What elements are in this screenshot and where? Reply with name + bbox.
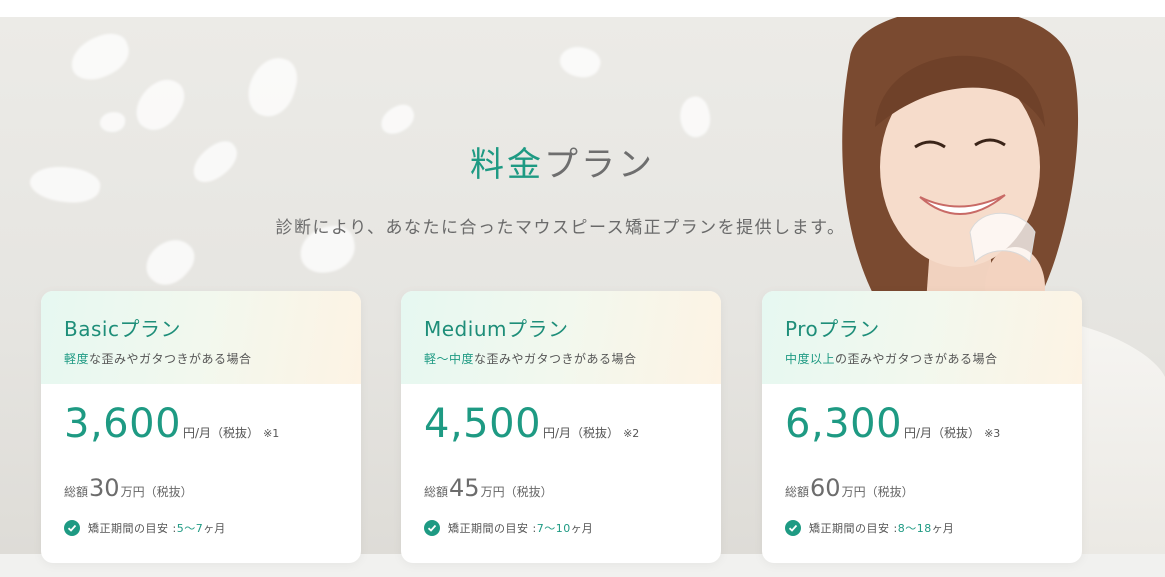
period-label: 矯正期間の目安 : (88, 522, 177, 535)
period-value: 8〜18 (897, 522, 932, 535)
plan-description-rest: の歪みやガタつきがある場合 (835, 352, 998, 366)
plan-card-body: 4,500 円/月（税抜） ※2 総額 45 万円（税抜） 矯正期間の目安 : … (401, 384, 721, 536)
plan-card-header: Proプラン 中度以上の歪みやガタつきがある場合 (762, 291, 1082, 384)
total-value: 30 (89, 474, 120, 502)
total-value: 60 (810, 474, 841, 502)
plan-name: Mediumプラン (424, 317, 569, 341)
check-circle-icon (424, 520, 440, 536)
period-row: 矯正期間の目安 : 8〜18 ヶ月 (785, 520, 1059, 536)
total-label: 総額 (64, 485, 89, 499)
total-value: 45 (449, 474, 480, 502)
period-unit: ヶ月 (931, 522, 954, 535)
plan-severity: 軽〜中度 (424, 352, 475, 366)
monthly-price: 3,600 (64, 401, 182, 447)
total-unit: 万円（税抜） (120, 485, 193, 499)
section-title-rest: プラン (544, 145, 655, 185)
petal-decoration (556, 41, 604, 83)
price-footnote: ※2 (623, 427, 640, 440)
check-circle-icon (64, 520, 80, 536)
plan-description-rest: な歪みやガタつきがある場合 (89, 352, 252, 366)
plan-card-basic[interactable]: Basicプラン 軽度な歪みやガタつきがある場合 3,600 円/月（税抜） ※… (41, 291, 361, 563)
plan-name: Basicプラン (64, 317, 181, 341)
total-unit: 万円（税抜） (480, 485, 553, 499)
plan-card-header: Basicプラン 軽度な歪みやガタつきがある場合 (41, 291, 361, 384)
period-value: 7〜10 (536, 522, 571, 535)
monthly-price: 4,500 (424, 401, 542, 447)
plan-card-body: 3,600 円/月（税抜） ※1 総額 30 万円（税抜） 矯正期間の目安 : … (41, 384, 361, 536)
plan-card-body: 6,300 円/月（税抜） ※3 総額 60 万円（税抜） 矯正期間の目安 : … (762, 384, 1082, 536)
plan-severity: 軽度 (64, 352, 90, 366)
plan-card-header: Mediumプラン 軽〜中度な歪みやガタつきがある場合 (401, 291, 721, 384)
total-row: 総額 60 万円（税抜） (785, 474, 1059, 502)
petal-decoration (138, 229, 202, 295)
petal-decoration (376, 100, 419, 139)
plan-description: 軽度な歪みやガタつきがある場合 (64, 350, 338, 367)
total-label: 総額 (785, 485, 810, 499)
monthly-price: 6,300 (785, 401, 903, 447)
section-title-accent: 料金 (470, 145, 544, 185)
price-row: 4,500 円/月（税抜） ※2 (424, 404, 698, 444)
plan-card-medium[interactable]: Mediumプラン 軽〜中度な歪みやガタつきがある場合 4,500 円/月（税抜… (401, 291, 721, 563)
price-footnote: ※1 (263, 427, 280, 440)
period-unit: ヶ月 (570, 522, 593, 535)
total-unit: 万円（税抜） (841, 485, 914, 499)
total-label: 総額 (424, 485, 449, 499)
petal-decoration (243, 52, 302, 122)
price-row: 3,600 円/月（税抜） ※1 (64, 404, 338, 444)
period-value: 5〜7 (176, 522, 204, 535)
period-unit: ヶ月 (203, 522, 226, 535)
petal-decoration (675, 93, 715, 141)
price-footnote: ※3 (984, 427, 1001, 440)
plan-name: Proプラン (785, 317, 880, 341)
price-unit: 円/月（税抜） (183, 426, 260, 440)
period-label: 矯正期間の目安 : (448, 522, 537, 535)
total-row: 総額 45 万円（税抜） (424, 474, 698, 502)
plan-description: 中度以上の歪みやガタつきがある場合 (785, 350, 1059, 367)
period-row: 矯正期間の目安 : 5〜7 ヶ月 (64, 520, 338, 536)
plan-description-rest: な歪みやガタつきがある場合 (474, 352, 637, 366)
period-label: 矯正期間の目安 : (809, 522, 898, 535)
plan-card-pro[interactable]: Proプラン 中度以上の歪みやガタつきがある場合 6,300 円/月（税抜） ※… (762, 291, 1082, 563)
period-row: 矯正期間の目安 : 7〜10 ヶ月 (424, 520, 698, 536)
price-unit: 円/月（税抜） (543, 426, 620, 440)
plan-severity: 中度以上 (785, 352, 836, 366)
price-unit: 円/月（税抜） (904, 426, 981, 440)
top-strip (0, 0, 1165, 17)
section-subtitle: 診断により、あなたに合ったマウスピース矯正プランを提供します。 (275, 218, 846, 238)
check-circle-icon (785, 520, 801, 536)
petal-decoration (99, 110, 126, 134)
section-title: 料金プラン (0, 137, 1125, 186)
price-row: 6,300 円/月（税抜） ※3 (785, 404, 1059, 444)
petal-decoration (64, 27, 136, 87)
total-row: 総額 30 万円（税抜） (64, 474, 338, 502)
petal-decoration (128, 70, 192, 139)
plan-description: 軽〜中度な歪みやガタつきがある場合 (424, 350, 698, 367)
